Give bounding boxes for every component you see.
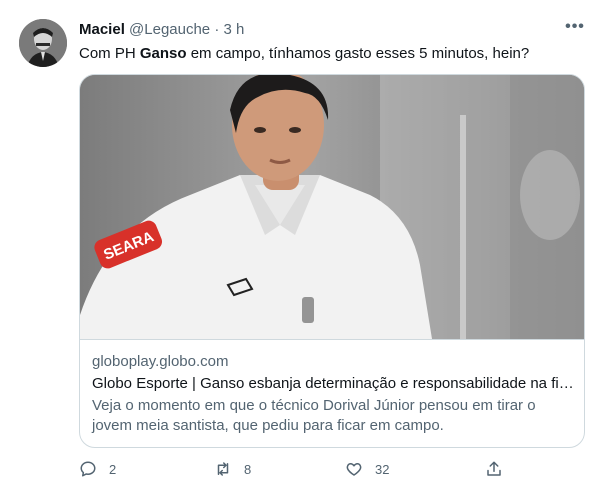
more-icon[interactable]: •••: [563, 19, 587, 40]
like-icon: [346, 463, 362, 476]
retweet-icon: [217, 462, 229, 476]
action-bar: 2 8 32: [79, 459, 585, 479]
tweet-text-bold: Ganso: [139, 45, 187, 62]
link-card[interactable]: SEARA globoplay.globo.com Globo Esporte …: [79, 74, 585, 448]
reply-icon: [80, 461, 96, 477]
tweet[interactable]: Maciel @Legauche · 3 h ••• Com PH Ganso …: [0, 0, 605, 491]
reply-button[interactable]: 2: [79, 459, 116, 479]
retweet-count: 8: [244, 461, 252, 477]
card-image[interactable]: SEARA: [80, 75, 584, 339]
like-count: 32: [375, 461, 390, 477]
tweet-text: Com PH Ganso em campo, tínhamos gasto es…: [79, 44, 529, 64]
author-name[interactable]: Maciel: [79, 21, 125, 38]
tweet-time[interactable]: 3 h: [224, 21, 245, 38]
share-icon: [487, 461, 501, 476]
tweet-text-part: Com PH: [79, 45, 140, 62]
card-body[interactable]: globoplay.globo.com Globo Esporte | Gans…: [80, 339, 584, 447]
card-description: Veja o momento em que o técnico Dorival …: [92, 397, 536, 434]
reply-count: 2: [109, 461, 117, 477]
dot-separator: ·: [214, 21, 220, 38]
tweet-text-part: em campo, tínhamos gasto esses 5 minutos…: [186, 45, 530, 62]
card-domain: globoplay.globo.com: [92, 353, 229, 370]
retweet-button[interactable]: 8: [214, 459, 251, 479]
author-handle[interactable]: @Legauche: [129, 21, 210, 38]
card-title: Globo Esporte | Ganso esbanja determinaç…: [92, 375, 574, 392]
avatar[interactable]: [19, 19, 67, 67]
share-button[interactable]: [485, 459, 503, 479]
tweet-header: Maciel @Legauche · 3 h: [79, 20, 244, 40]
like-button[interactable]: 32: [345, 459, 389, 479]
